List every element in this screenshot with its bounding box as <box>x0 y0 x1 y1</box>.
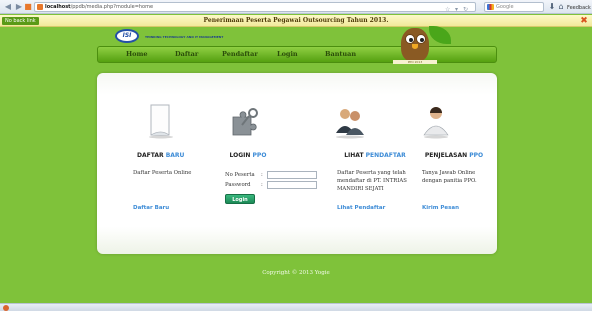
google-search-engine-icon[interactable] <box>487 4 494 10</box>
no-peserta-label: No Peserta <box>225 172 255 178</box>
password-input[interactable] <box>267 181 317 189</box>
search-placeholder: Google <box>496 4 514 10</box>
daftar-baru-title-accent: BARU <box>165 152 185 159</box>
company-logo: ISI <box>115 29 139 43</box>
nav-bantuan[interactable]: Bantuan <box>325 50 356 58</box>
login-ppo-title: LOGIN <box>229 152 251 159</box>
bookmark-star-icon[interactable]: ☆ <box>445 6 450 14</box>
daftar-baru-link[interactable]: Daftar Baru <box>133 205 169 211</box>
blank-document-icon <box>149 104 173 139</box>
status-icon <box>3 305 9 311</box>
penjelasan-ppo-title-accent: PPO <box>469 152 484 159</box>
penjelasan-ppo-heading: PENJELASAN PPO <box>414 152 494 159</box>
company-tagline: THINKING TECHNOLOGY AND IT MANAGEMENT <box>145 35 224 39</box>
dropdown-icon[interactable]: ▾ <box>455 6 458 14</box>
column-login-ppo: LOGIN PPO No Peserta : Password : Login <box>225 73 335 254</box>
daftar-baru-title: DAFTAR <box>137 152 164 159</box>
back-icon[interactable]: ◀ <box>3 2 13 12</box>
nav-pendaftar[interactable]: Pendaftar <box>222 50 258 58</box>
person-icon <box>423 107 449 139</box>
lihat-pendaftar-link[interactable]: Lihat Pendaftar <box>337 205 385 211</box>
owl-banner: PPO 2013 <box>393 60 437 64</box>
url-path: /ppdb/media.php?module=home <box>70 4 154 10</box>
browser-status-bar <box>0 303 592 311</box>
login-button[interactable]: Login <box>225 194 255 204</box>
reload-icon[interactable]: ↻ <box>463 6 468 14</box>
users-icon <box>336 109 364 139</box>
close-icon[interactable]: ✖ <box>579 16 589 26</box>
owl-right-eye <box>416 34 426 44</box>
footer-copyright: Copyright © 2013 Yogie <box>262 270 330 276</box>
browser-toolbar: ◀ ▶ ■ localhost/ppdb/media.php?module=ho… <box>0 0 592 14</box>
nav-login[interactable]: Login <box>277 50 298 58</box>
nav-daftar[interactable]: Daftar <box>175 50 198 58</box>
owl-mascot-image: PPO 2013 <box>393 20 451 68</box>
no-peserta-colon: : <box>261 172 263 178</box>
password-label: Password <box>225 182 251 188</box>
penjelasan-ppo-description: Tanya Jawab Online dengan panitia PPO. <box>422 170 477 184</box>
notification-bar: No back link Penerimaan Peserta Pegawai … <box>0 15 592 27</box>
no-peserta-row: No Peserta : <box>225 171 335 180</box>
owl-beak <box>412 44 418 49</box>
nav-home[interactable]: Home <box>126 50 148 58</box>
home-icon[interactable]: ⌂ <box>556 2 566 12</box>
kirim-pesan-link[interactable]: Kirim Pesan <box>422 205 459 211</box>
login-ppo-title-accent: PPO <box>252 152 267 159</box>
column-daftar-baru: DAFTAR BARU Daftar Peserta Online Daftar… <box>133 73 227 254</box>
login-ppo-heading: LOGIN PPO <box>218 152 278 159</box>
page-title: Penerimaan Peserta Pegawai Outsourcing T… <box>203 17 389 24</box>
daftar-baru-description: Daftar Peserta Online <box>133 170 192 176</box>
home-favicon-icon[interactable]: ■ <box>23 2 33 12</box>
feedback-label: Feedback <box>567 5 591 11</box>
password-row: Password : <box>225 181 335 190</box>
daftar-baru-heading: DAFTAR BARU <box>137 152 227 159</box>
search-input[interactable]: Google <box>484 2 544 12</box>
column-penjelasan-ppo: PENJELASAN PPO Tanya Jawab Online dengan… <box>398 73 488 254</box>
url-host: localhost <box>45 4 71 10</box>
password-colon: : <box>261 182 263 188</box>
address-bar[interactable]: localhost/ppdb/media.php?module=home ☆ ▾… <box>34 2 476 14</box>
lihat-pendaftar-title: LIHAT <box>344 152 364 159</box>
content-panel: DAFTAR BARU Daftar Peserta Online Daftar… <box>97 73 497 254</box>
feedback-button[interactable]: Feedback <box>567 2 591 12</box>
site-favicon-icon <box>37 4 43 10</box>
no-peserta-input[interactable] <box>267 171 317 179</box>
puzzle-key-icon <box>232 108 258 136</box>
penjelasan-ppo-title: PENJELASAN <box>424 152 468 159</box>
owl-left-eye <box>405 34 415 44</box>
